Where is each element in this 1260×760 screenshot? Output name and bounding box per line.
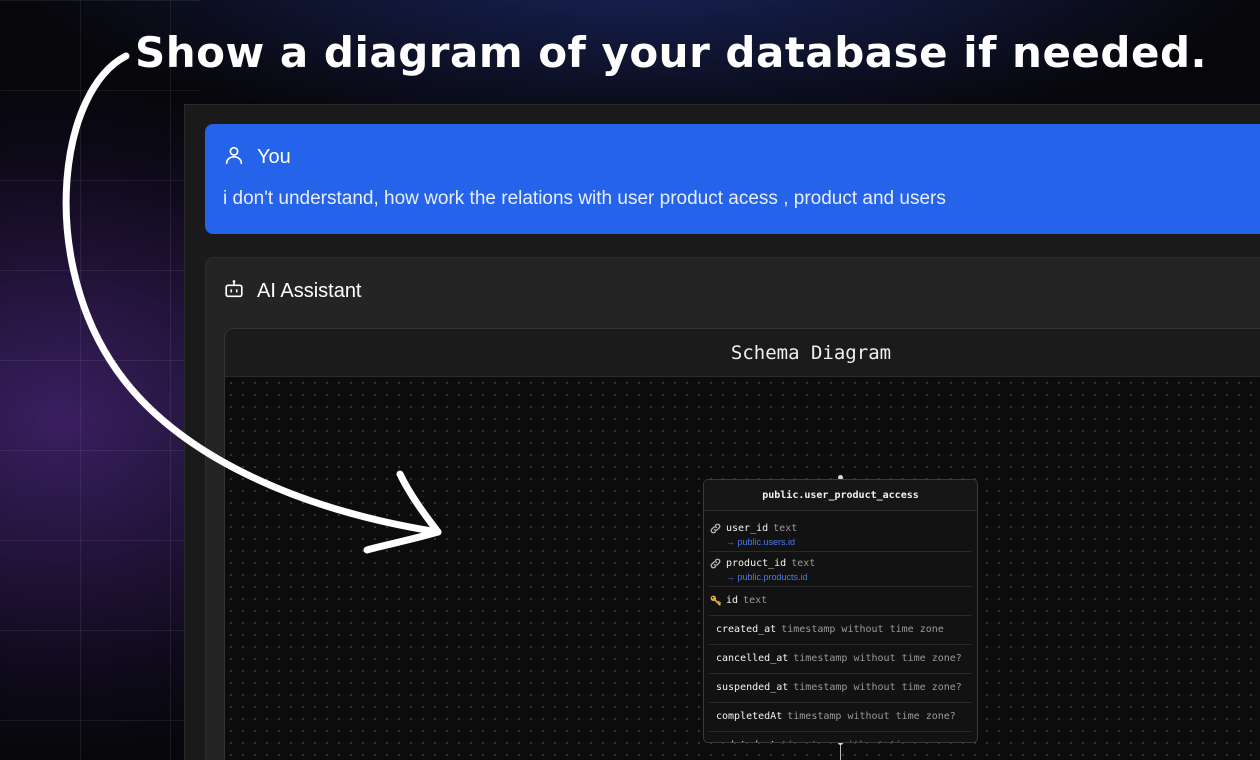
relation-edge <box>840 743 841 760</box>
assistant-message: AI Assistant Schema Diagram public.user_… <box>205 257 1260 760</box>
table-column-row: user_id text → public.users.id <box>709 517 972 552</box>
column-line: user_id text <box>709 520 972 537</box>
column-line: updated_at timestamp without time zone <box>709 737 972 742</box>
column-reference-link[interactable]: → public.users.id <box>709 537 972 547</box>
column-reference-link[interactable]: → public.products.id <box>709 572 972 582</box>
column-name: suspended_at <box>716 682 789 693</box>
table-column-row: id text <box>709 587 972 616</box>
column-type: timestamp without time zone? <box>793 682 962 693</box>
user-message: You i don't understand, how work the rel… <box>205 124 1260 234</box>
column-type: text <box>773 523 798 534</box>
user-message-text: i don't understand, how work the relatio… <box>223 188 946 209</box>
column-line: cancelled_at timestamp without time zone? <box>709 650 972 667</box>
user-message-header: You <box>223 144 291 171</box>
assistant-author-label: AI Assistant <box>257 280 362 302</box>
table-node-user-product-access[interactable]: public.user_product_access user_id text → … <box>703 479 978 743</box>
column-name: cancelled_at <box>716 653 789 664</box>
table-name: public.user_product_access <box>704 480 977 511</box>
link-icon <box>709 557 726 570</box>
column-name: completedAt <box>716 711 783 722</box>
column-name: created_at <box>716 624 777 635</box>
table-column-row: suspended_at timestamp without time zone? <box>709 674 972 703</box>
column-type: timestamp without time zone <box>781 740 944 742</box>
user-icon <box>223 144 245 171</box>
diagram-canvas[interactable]: public.user_product_access user_id text → … <box>225 377 1260 760</box>
table-column-row: updated_at timestamp without time zone <box>709 732 972 742</box>
table-column-row: completedAt timestamp without time zone? <box>709 703 972 732</box>
key-icon <box>709 594 726 607</box>
column-type: timestamp without time zone <box>781 624 944 635</box>
table-column-row: cancelled_at timestamp without time zone? <box>709 645 972 674</box>
table-column-row: created_at timestamp without time zone <box>709 616 972 645</box>
column-type: text <box>791 558 816 569</box>
assistant-message-header: AI Assistant <box>223 278 362 305</box>
chat-window: You i don't understand, how work the rel… <box>184 104 1260 760</box>
bot-icon <box>223 278 245 305</box>
column-line: product_id text <box>709 555 972 572</box>
column-name: updated_at <box>716 740 776 742</box>
column-type: text <box>743 595 768 606</box>
link-icon <box>709 522 726 535</box>
diagram-title-bar: Schema Diagram <box>225 329 1260 377</box>
column-line: suspended_at timestamp without time zone? <box>709 679 972 696</box>
schema-diagram: Schema Diagram public.user_product_acces… <box>224 328 1260 760</box>
column-line: created_at timestamp without time zone <box>709 621 972 638</box>
column-line: id text <box>709 592 972 609</box>
headline: Show a diagram of your database if neede… <box>135 28 1207 77</box>
column-type: timestamp without time zone? <box>787 711 956 722</box>
diagram-title: Schema Diagram <box>730 342 892 364</box>
background-grid <box>0 0 200 760</box>
column-type: timestamp without time zone? <box>793 653 962 664</box>
table-column-row: product_id text → public.products.id <box>709 552 972 587</box>
table-columns: user_id text → public.users.id product_id te… <box>704 511 977 742</box>
column-name: product_id <box>726 558 787 569</box>
column-line: completedAt timestamp without time zone? <box>709 708 972 725</box>
user-author-label: You <box>257 146 291 168</box>
column-name: id <box>726 595 739 606</box>
column-name: user_id <box>726 523 769 534</box>
